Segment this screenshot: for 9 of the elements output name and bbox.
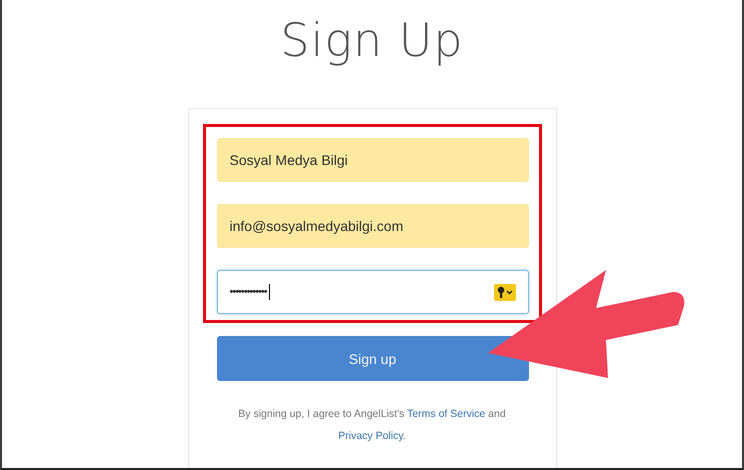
terms-notice: By signing up, I agree to AngelList's Terms of Service and Privacy Policy. bbox=[237, 407, 507, 444]
privacy-link[interactable]: Privacy Policy bbox=[338, 430, 403, 442]
page-title: Sign Up bbox=[280, 12, 464, 69]
password-value: ••••••••••••• bbox=[230, 286, 267, 298]
input-field[interactable]: info@sosyalmedyabilgi.com bbox=[216, 204, 528, 248]
key-icon[interactable] bbox=[494, 284, 516, 300]
terms-link[interactable]: Terms of Service bbox=[407, 408, 486, 420]
input-field[interactable]: Sosyal Medya Bilgi bbox=[216, 138, 528, 182]
password-field[interactable]: ••••••••••••• bbox=[216, 270, 528, 314]
